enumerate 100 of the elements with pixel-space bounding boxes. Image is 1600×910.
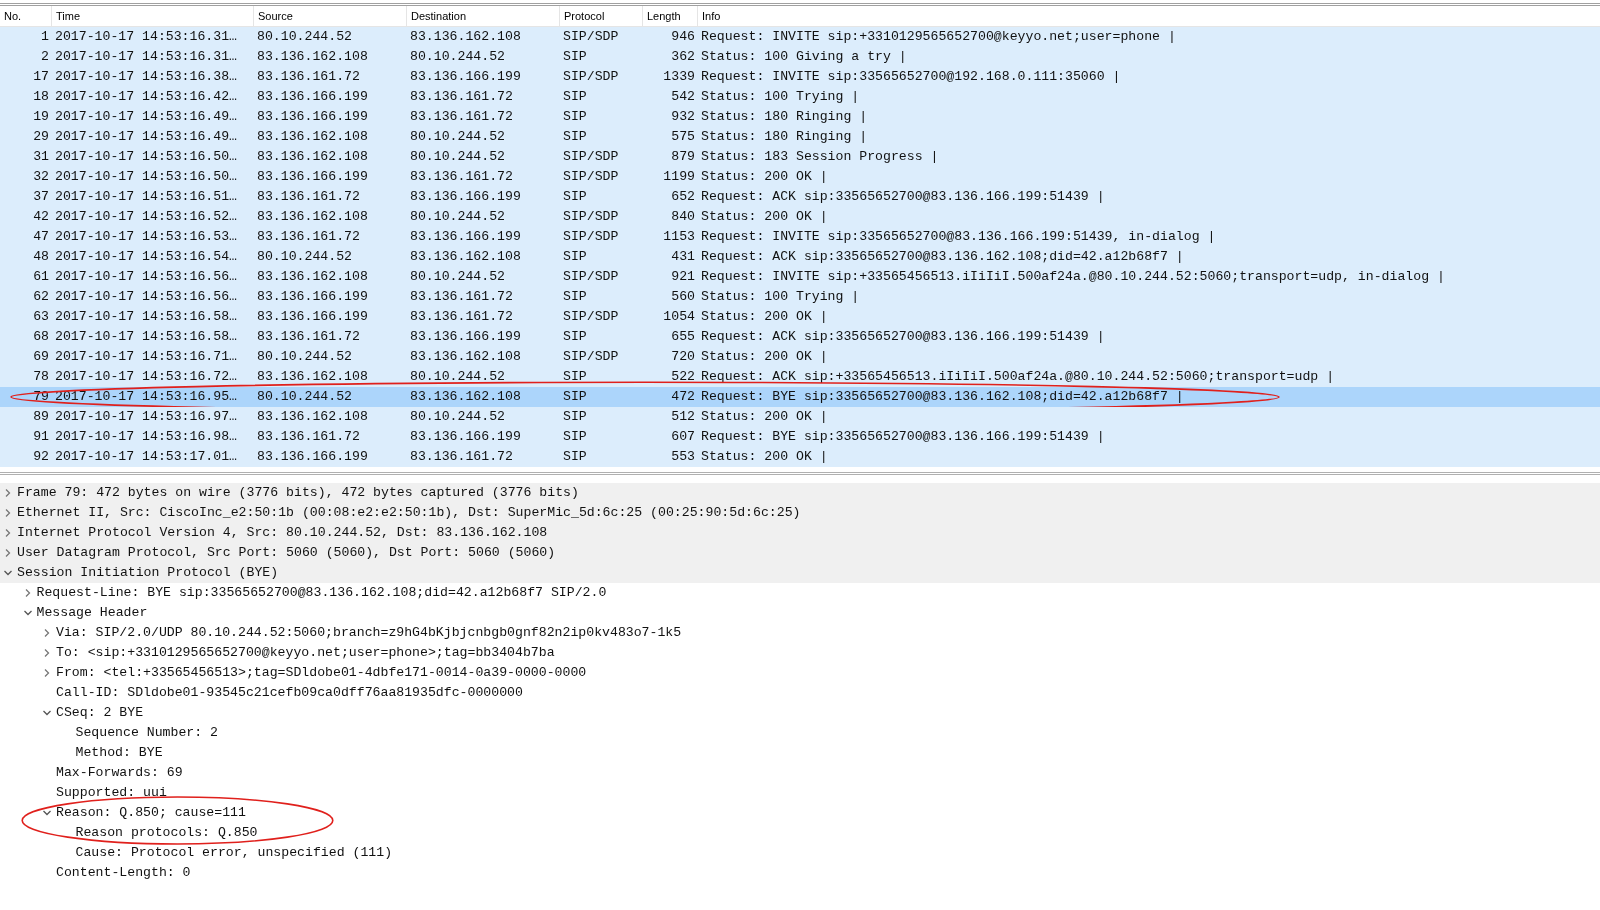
- packet-row[interactable]: 19 2017-10-17 14:53:16.49… 83.136.166.199 83.136.161.72 SIP 932 Status: 180 Ringing |: [0, 107, 1600, 127]
- chevron-down-icon[interactable]: [3, 568, 13, 578]
- table-cell-text: Status: 200 OK |: [700, 348, 829, 366]
- column-header[interactable]: Source: [254, 6, 407, 26]
- table-cell-text: 83.136.166.199: [409, 428, 522, 446]
- chevron-down-icon[interactable]: [42, 708, 52, 718]
- packet-row[interactable]: 1 2017-10-17 14:53:16.31… 80.10.244.52 83.136.162.108 SIP/SDP 946 Request: INVITE sip:+3310129565652700@keyyo.net;user=phone |: [0, 27, 1600, 47]
- packet-row[interactable]: 31 2017-10-17 14:53:16.50… 83.136.162.108 80.10.244.52 SIP/SDP 879 Status: 183 Session Progress |: [0, 147, 1600, 167]
- table-cell-text: Request: BYE sip:33565652700@83.136.166.199:51439 |: [700, 428, 1106, 446]
- table-cell-text: 2017-10-17 14:53:16.52…: [54, 208, 239, 226]
- table-cell-text: 522: [670, 368, 696, 386]
- table-cell-text: 48: [32, 248, 50, 266]
- packet-row[interactable]: 29 2017-10-17 14:53:16.49… 83.136.162.108 80.10.244.52 SIP 575 Status: 180 Ringing |: [0, 127, 1600, 147]
- table-cell-text: SIP/SDP: [562, 348, 620, 366]
- tree-item-text: Request-Line: BYE sip:33565652700@83.136.162.108;did=42.a12b68f7 SIP/2.0: [36, 584, 607, 602]
- table-cell-text: Status: 100 Giving a try |: [700, 48, 908, 66]
- table-cell-text: Status: 183 Session Progress |: [700, 148, 940, 166]
- table-cell-text: 83.136.162.108: [409, 348, 522, 366]
- tree-row[interactable]: Session Initiation Protocol (BYE): [0, 563, 1600, 583]
- table-cell-text: 80.10.244.52: [256, 388, 353, 406]
- packet-row[interactable]: 42 2017-10-17 14:53:16.52… 83.136.162.108 80.10.244.52 SIP/SDP 840 Status: 200 OK |: [0, 207, 1600, 227]
- packet-row[interactable]: 91 2017-10-17 14:53:16.98… 83.136.161.72 83.136.166.199 SIP 607 Request: BYE sip:33565652700@83.136.166.199:51439 |: [0, 427, 1600, 447]
- packet-row[interactable]: 62 2017-10-17 14:53:16.56… 83.136.166.199 83.136.161.72 SIP 560 Status: 100 Trying |: [0, 287, 1600, 307]
- table-cell-text: 83.136.166.199: [256, 288, 369, 306]
- packet-row[interactable]: 92 2017-10-17 14:53:17.01… 83.136.166.199 83.136.161.72 SIP 553 Status: 200 OK |: [0, 447, 1600, 467]
- chevron-right-icon[interactable]: [42, 648, 52, 658]
- table-cell-text: 560: [670, 288, 696, 306]
- packet-row[interactable]: 2 2017-10-17 14:53:16.31… 83.136.162.108 80.10.244.52 SIP 362 Status: 100 Giving a try |: [0, 47, 1600, 67]
- chevron-right-icon[interactable]: [3, 548, 13, 558]
- table-cell-text: 83.136.162.108: [256, 268, 369, 286]
- column-header[interactable]: Length: [643, 6, 698, 26]
- table-cell-text: SIP/SDP: [562, 68, 620, 86]
- chevron-right-icon[interactable]: [3, 488, 13, 498]
- tree-row[interactable]: User Datagram Protocol, Src Port: 5060 (5060), Dst Port: 5060 (5060): [0, 543, 1600, 563]
- table-cell-text: 78: [32, 368, 50, 386]
- packet-row[interactable]: 18 2017-10-17 14:53:16.42… 83.136.166.199 83.136.161.72 SIP 542 Status: 100 Trying |: [0, 87, 1600, 107]
- tree-item-text: From: <tel:+33565456513>;tag=SDldobe01-4dbfe171-0014-0a39-0000-0000: [56, 664, 587, 682]
- packet-row[interactable]: 37 2017-10-17 14:53:16.51… 83.136.161.72 83.136.166.199 SIP 652 Request: ACK sip:33565652700@83.136.166.199:51439 |: [0, 187, 1600, 207]
- table-cell-text: 2017-10-17 14:53:16.51…: [54, 188, 239, 206]
- tree-item-text: Message Header: [36, 604, 148, 622]
- table-cell-text: 92: [32, 448, 50, 466]
- table-cell-text: 89: [32, 408, 50, 426]
- table-cell-text: 61: [32, 268, 50, 286]
- packet-row[interactable]: 89 2017-10-17 14:53:16.97… 83.136.162.108 80.10.244.52 SIP 512 Status: 200 OK |: [0, 407, 1600, 427]
- table-cell-text: SIP: [562, 288, 588, 306]
- packet-row[interactable]: 68 2017-10-17 14:53:16.58… 83.136.161.72 83.136.166.199 SIP 655 Request: ACK sip:33565652700@83.136.166.199:51439 |: [0, 327, 1600, 347]
- packet-row[interactable]: 61 2017-10-17 14:53:16.56… 83.136.162.108 80.10.244.52 SIP/SDP 921 Request: INVITE sip:+33565456513.iIiIiI.500af24a.@80.10.244.52:5060;transport=udp, in-dialog |: [0, 267, 1600, 287]
- packet-row[interactable]: 17 2017-10-17 14:53:16.38… 83.136.161.72 83.136.166.199 SIP/SDP 1339 Request: INVITE sip:33565652700@192.168.0.111:35060 |: [0, 67, 1600, 87]
- chevron-down-icon[interactable]: [42, 808, 52, 818]
- tree-item-text: Supported: uui: [56, 784, 167, 802]
- table-cell-text: 607: [670, 428, 696, 446]
- tree-item-text: Ethernet II, Src: CiscoInc_e2:50:1b (00:08:e2:e2:50:1b), Dst: SuperMic_5d:6c:25 (00:25:90:5d:6c:25): [17, 504, 801, 522]
- packet-row[interactable]: 48 2017-10-17 14:53:16.54… 80.10.244.52 83.136.162.108 SIP 431 Request: ACK sip:33565652700@83.136.162.108;did=42.a12b68f7 |: [0, 247, 1600, 267]
- table-cell-text: 720: [670, 348, 696, 366]
- table-cell-text: Status: 200 OK |: [700, 408, 829, 426]
- chevron-right-icon[interactable]: [42, 668, 52, 678]
- packet-row[interactable]: 69 2017-10-17 14:53:16.71… 80.10.244.52 83.136.162.108 SIP/SDP 720 Status: 200 OK |: [0, 347, 1600, 367]
- column-header[interactable]: Info: [698, 6, 1600, 26]
- chevron-right-icon[interactable]: [3, 528, 13, 538]
- table-cell-text: 83.136.162.108: [256, 48, 369, 66]
- table-cell-text: 31: [32, 148, 50, 166]
- column-header[interactable]: Time: [52, 6, 254, 26]
- table-cell-text: 2017-10-17 14:53:16.50…: [54, 168, 239, 186]
- table-cell-text: 2017-10-17 14:53:16.38…: [54, 68, 239, 86]
- table-cell-text: SIP: [562, 448, 588, 466]
- table-cell-text: 83.136.162.108: [409, 248, 522, 266]
- table-cell-text: 2017-10-17 14:53:16.53…: [54, 228, 239, 246]
- table-cell-text: 80.10.244.52: [409, 368, 506, 386]
- packet-row[interactable]: 63 2017-10-17 14:53:16.58… 83.136.166.199 83.136.161.72 SIP/SDP 1054 Status: 200 OK |: [0, 307, 1600, 327]
- packet-row[interactable]: 78 2017-10-17 14:53:16.72… 83.136.162.108 80.10.244.52 SIP 522 Request: ACK sip:+33565456513.iIiIiI.500af24a.@80.10.244.52:5060;transport=udp |: [0, 367, 1600, 387]
- table-cell-text: 83.136.161.72: [409, 108, 514, 126]
- table-cell-text: 37: [32, 188, 50, 206]
- tree-row[interactable]: Internet Protocol Version 4, Src: 80.10.244.52, Dst: 83.136.162.108: [0, 523, 1600, 543]
- column-header[interactable]: Destination: [407, 6, 560, 26]
- table-cell-text: 80.10.244.52: [409, 128, 506, 146]
- table-cell-text: 542: [670, 88, 696, 106]
- table-cell-text: 32: [32, 168, 50, 186]
- table-cell-text: 18: [32, 88, 50, 106]
- table-cell-text: 29: [32, 128, 50, 146]
- chevron-down-icon[interactable]: [22, 608, 33, 618]
- table-cell-text: 83.136.161.72: [256, 428, 361, 446]
- table-cell-text: 83.136.161.72: [256, 228, 361, 246]
- table-cell-text: 80.10.244.52: [409, 208, 506, 226]
- table-cell-text: 83.136.161.72: [256, 68, 361, 86]
- chevron-right-icon[interactable]: [3, 508, 13, 518]
- table-cell-text: 69: [32, 348, 50, 366]
- tree-row[interactable]: Frame 79: 472 bytes on wire (3776 bits), 472 bytes captured (3776 bits): [0, 483, 1600, 503]
- table-cell-text: SIP: [562, 328, 588, 346]
- table-cell-text: 1054: [662, 308, 696, 326]
- table-cell-text: 1153: [662, 228, 696, 246]
- tree-item-text: Max-Forwards: 69: [56, 764, 183, 782]
- table-cell-text: 83.136.161.72: [409, 448, 514, 466]
- chevron-right-icon[interactable]: [42, 628, 52, 638]
- table-cell-text: 83.136.166.199: [256, 168, 369, 186]
- packet-row[interactable]: 32 2017-10-17 14:53:16.50… 83.136.166.199 83.136.161.72 SIP/SDP 1199 Status: 200 OK |: [0, 167, 1600, 187]
- tree-row[interactable]: Ethernet II, Src: CiscoInc_e2:50:1b (00:08:e2:e2:50:1b), Dst: SuperMic_5d:6c:25 (00:25:90:5d:6c:25): [0, 503, 1600, 523]
- packet-row[interactable]: 47 2017-10-17 14:53:16.53… 83.136.161.72 83.136.166.199 SIP/SDP 1153 Request: INVITE sip:33565652700@83.136.166.199:51439, in-dialog |: [0, 227, 1600, 247]
- column-header[interactable]: No.: [0, 6, 52, 26]
- column-header[interactable]: Protocol: [560, 6, 643, 26]
- table-cell-text: 2017-10-17 14:53:16.49…: [54, 128, 239, 146]
